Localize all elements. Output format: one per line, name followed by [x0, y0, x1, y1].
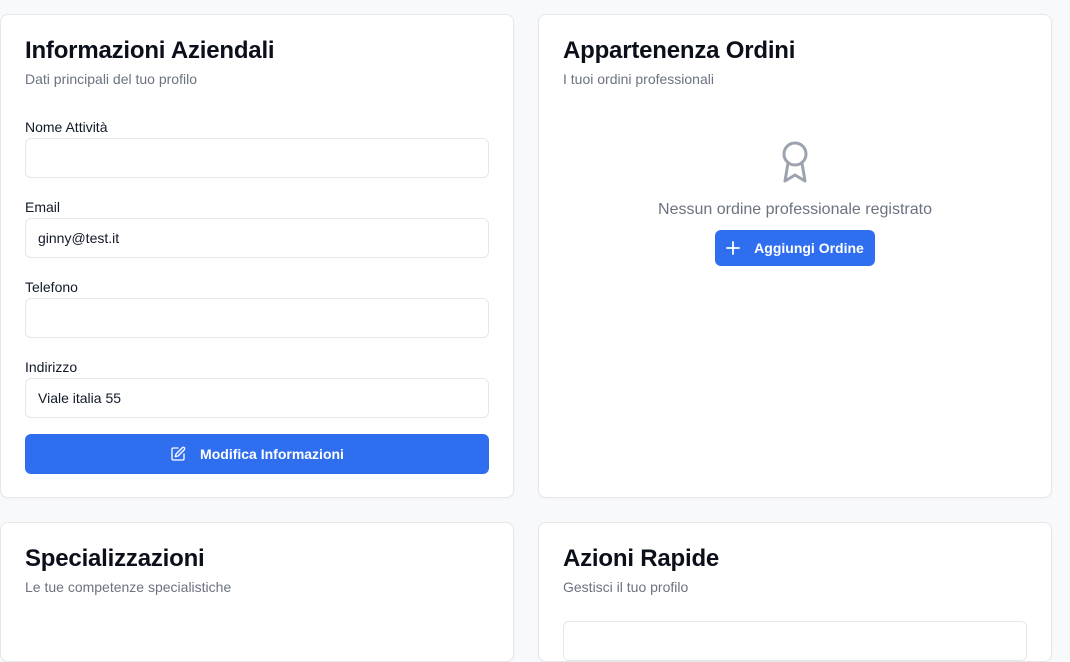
add-order-label: Aggiungi Ordine [754, 240, 864, 256]
phone-input[interactable] [25, 298, 489, 338]
plus-icon [726, 241, 741, 255]
add-order-button[interactable]: Aggiungi Ordine [715, 230, 875, 266]
email-label: Email [25, 199, 61, 215]
award-icon [777, 139, 813, 187]
business-name-label: Nome Attività [25, 119, 108, 135]
address-input[interactable] [25, 378, 489, 418]
business-info-card: Informazioni Aziendali Dati principali d… [0, 14, 514, 498]
phone-label: Telefono [25, 279, 78, 295]
quick-actions-title: Azioni Rapide [563, 545, 720, 572]
business-info-title: Informazioni Aziendali [25, 37, 275, 64]
quick-actions-subtitle: Gestisci il tuo profilo [563, 579, 689, 595]
specializations-card: Specializzazioni Le tue competenze speci… [0, 522, 514, 662]
edit-info-label: Modifica Informazioni [200, 446, 344, 462]
business-info-subtitle: Dati principali del tuo profilo [25, 71, 197, 87]
orders-title: Appartenenza Ordini [563, 37, 796, 64]
orders-empty-text: Nessun ordine professionale registrato [658, 201, 932, 218]
edit-icon [170, 446, 186, 462]
specializations-title: Specializzazioni [25, 545, 205, 572]
business-name-input[interactable] [25, 138, 489, 178]
specializations-subtitle: Le tue competenze specialistiche [25, 579, 232, 595]
email-input[interactable] [25, 218, 489, 258]
orders-card: Appartenenza Ordini I tuoi ordini profes… [538, 14, 1052, 498]
address-label: Indirizzo [25, 359, 78, 375]
orders-subtitle: I tuoi ordini professionali [563, 71, 714, 87]
quick-action-item[interactable] [563, 621, 1027, 661]
edit-info-button[interactable]: Modifica Informazioni [25, 434, 489, 474]
quick-actions-card: Azioni Rapide Gestisci il tuo profilo [538, 522, 1052, 662]
